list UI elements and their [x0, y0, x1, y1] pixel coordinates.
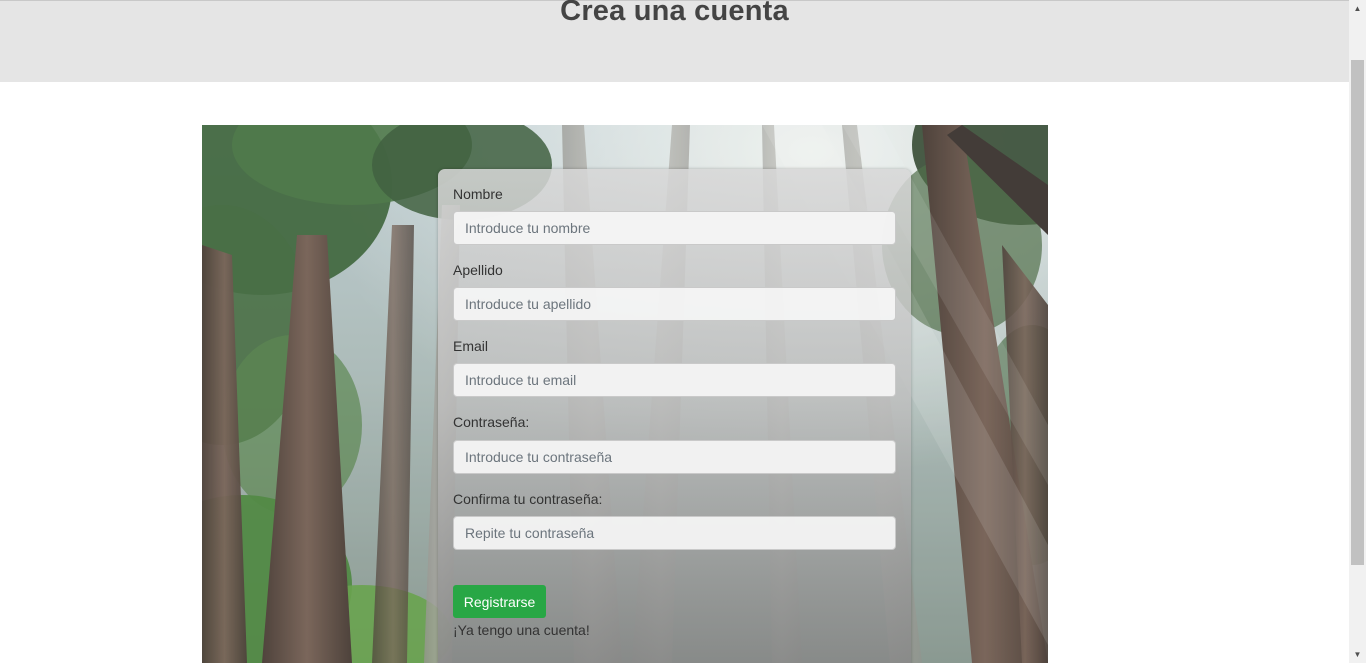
email-label: Email [453, 338, 489, 354]
first-name-input[interactable] [453, 211, 896, 245]
password-label: Contraseña: [453, 414, 530, 430]
vertical-scrollbar[interactable]: ▲ ▼ [1349, 0, 1366, 663]
already-have-account-link[interactable]: ¡Ya tengo una cuenta! [453, 622, 590, 638]
signup-form: Nombre Apellido Email Contraseña: Confir… [438, 169, 911, 663]
email-input[interactable] [453, 363, 896, 397]
first-name-label: Nombre [453, 186, 503, 202]
page-header: Crea una cuenta [0, 0, 1349, 82]
last-name-label: Apellido [453, 262, 503, 278]
confirm-password-input[interactable] [453, 516, 896, 550]
scroll-thumb[interactable] [1351, 60, 1364, 565]
last-name-input[interactable] [453, 287, 896, 321]
password-input[interactable] [453, 440, 896, 474]
page-title: Crea una cuenta [560, 0, 789, 27]
confirm-password-label: Confirma tu contraseña: [453, 491, 603, 507]
page: Crea una cuenta Nombre Introduce tu nomb… [0, 0, 1366, 663]
scroll-down-icon[interactable]: ▼ [1349, 646, 1366, 663]
scroll-up-icon[interactable]: ▲ [1349, 0, 1366, 17]
register-button[interactable]: Registrarse [453, 585, 546, 618]
